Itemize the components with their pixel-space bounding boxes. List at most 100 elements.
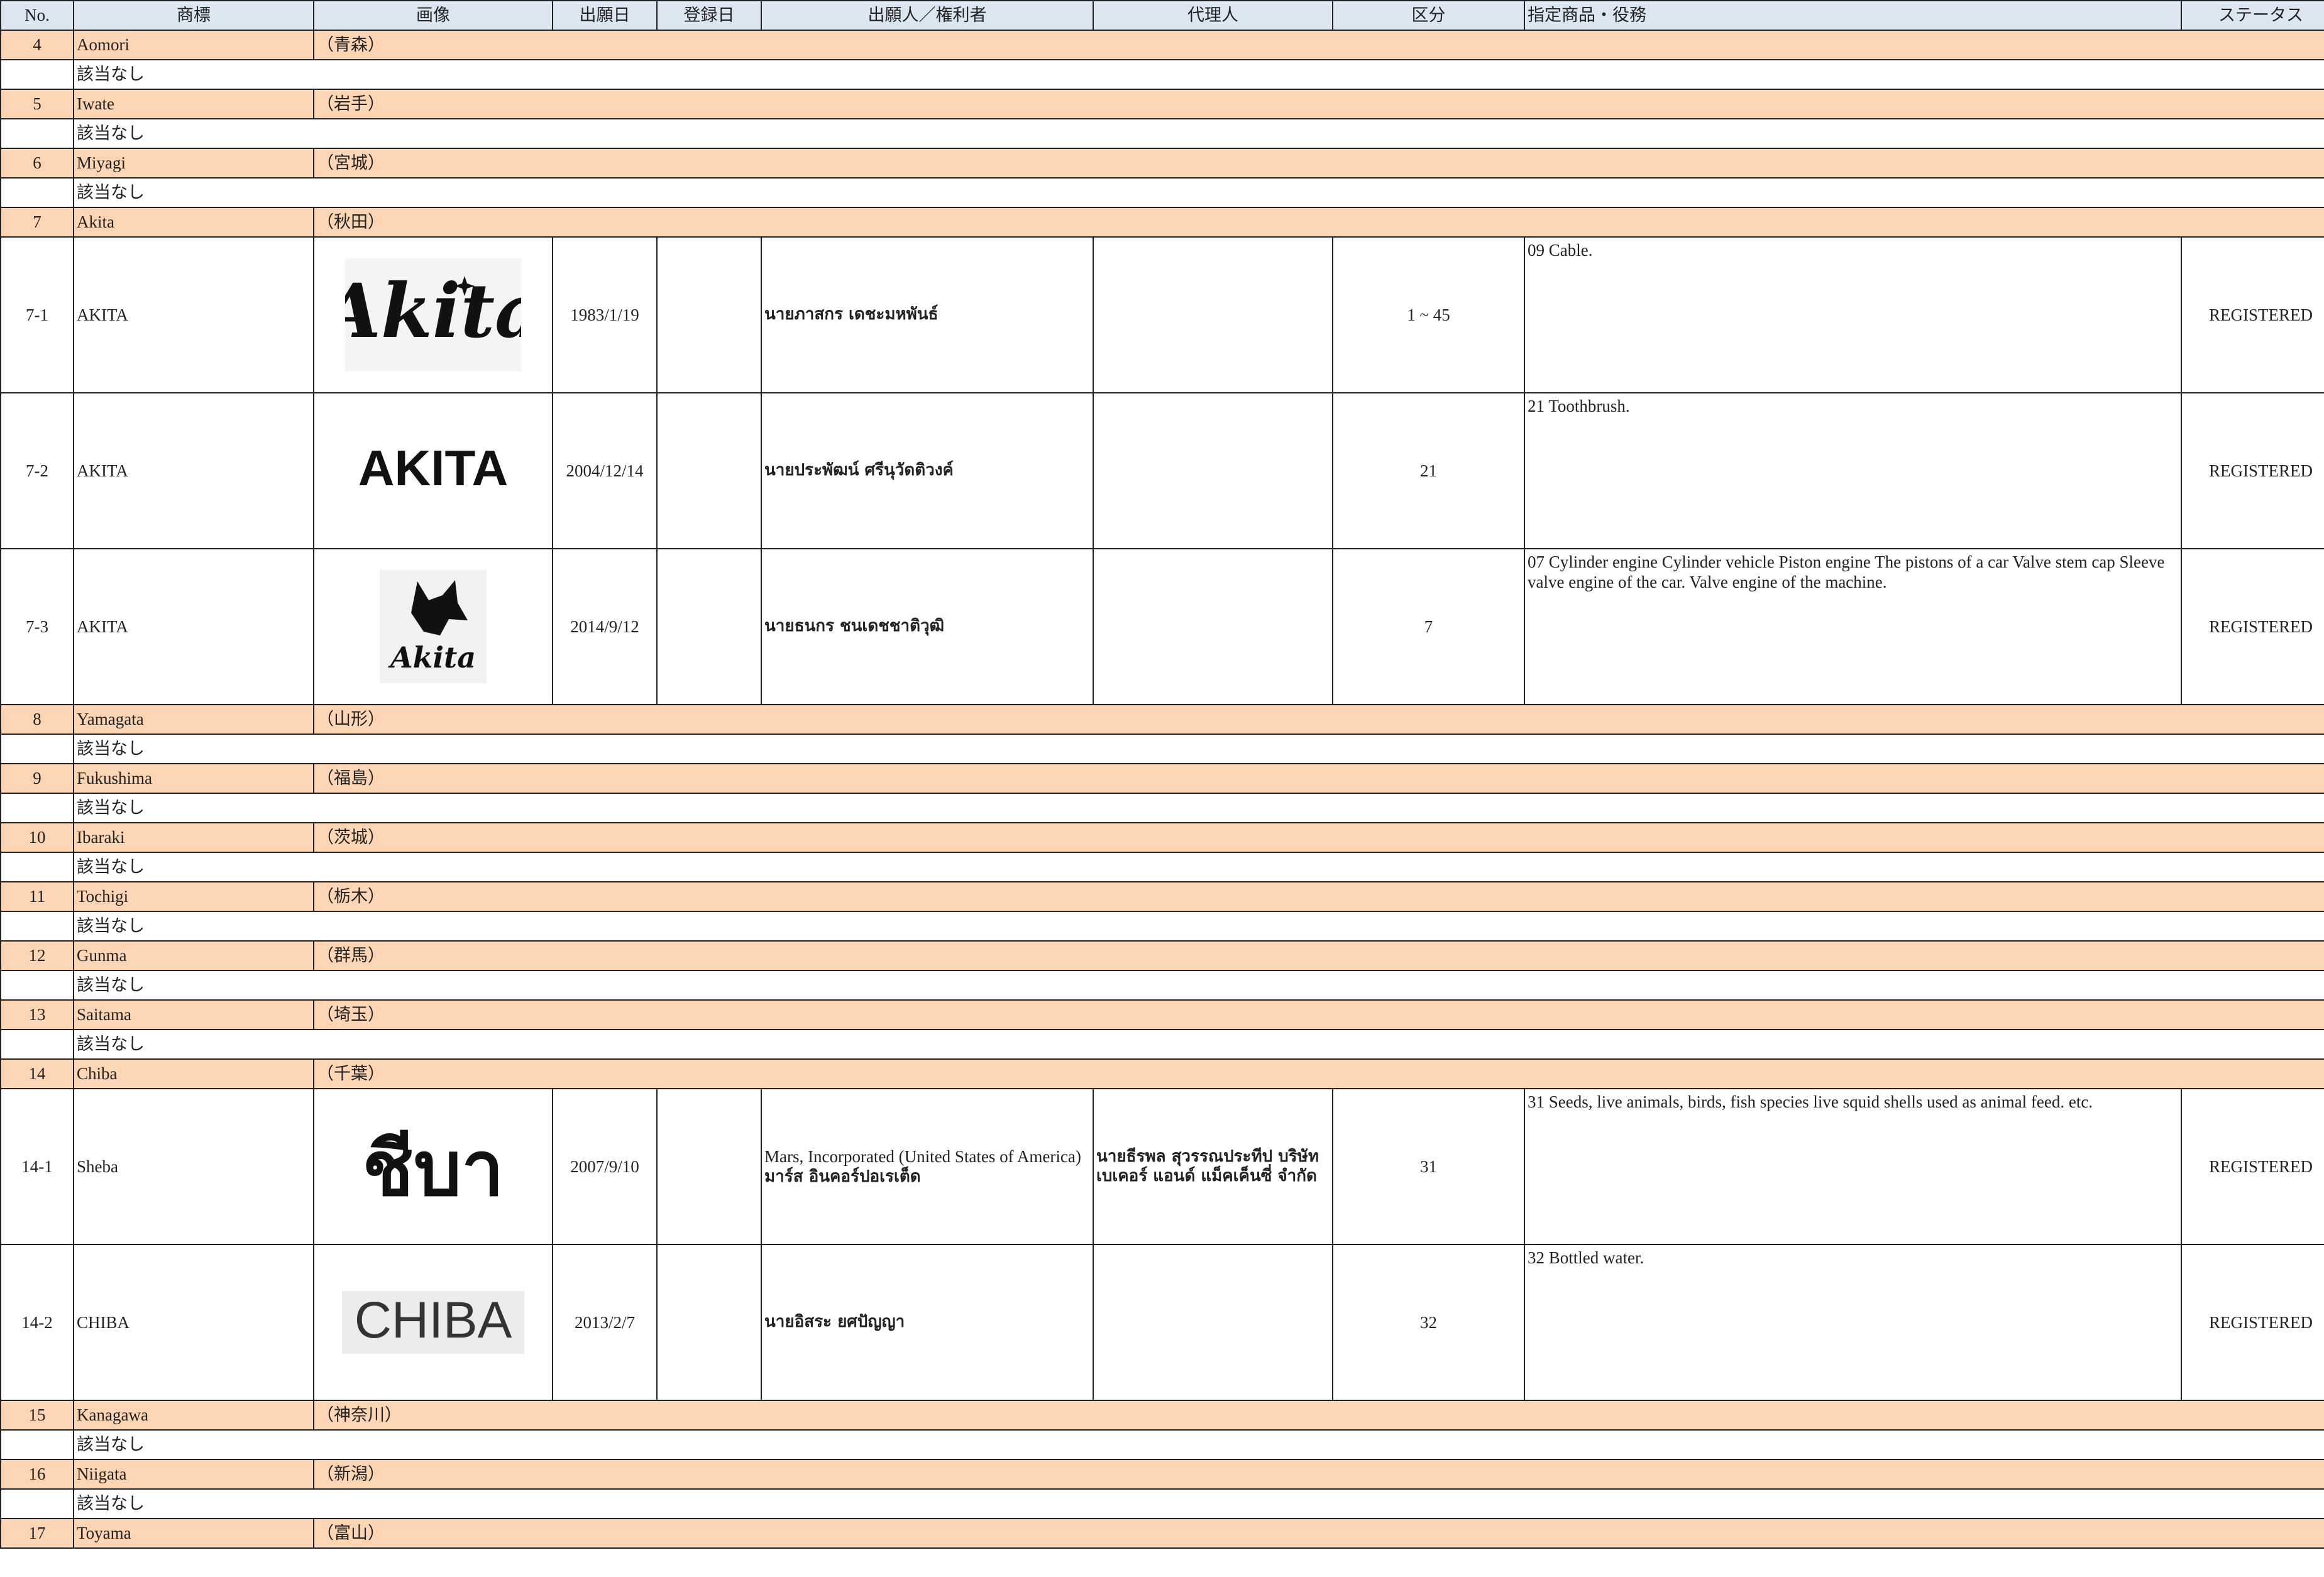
prefecture-japanese: （新潟） [313, 1459, 2324, 1490]
empty-cell [0, 911, 74, 942]
row-number: 16 [0, 1459, 74, 1490]
row-number: 15 [0, 1400, 74, 1431]
col-header-no: No. [0, 0, 74, 31]
prefecture-row: 7 Akita （秋田） [0, 207, 2324, 238]
empty-cell [0, 118, 74, 149]
logo-text: Akita [388, 640, 476, 674]
prefecture-japanese: （群馬） [313, 940, 2324, 971]
prefecture-name: Chiba [73, 1058, 314, 1089]
no-results-row: 該当なし [0, 1488, 2324, 1519]
prefecture-japanese: （山形） [313, 704, 2324, 735]
row-number: 8 [0, 704, 74, 735]
prefecture-row: 9 Fukushima （福島） [0, 763, 2324, 794]
col-header-status: ステータス [2181, 0, 2324, 31]
row-number: 13 [0, 999, 74, 1030]
prefecture-japanese: （神奈川） [313, 1400, 2324, 1431]
empty-cell [0, 1488, 74, 1519]
col-header-goods: 指定商品・役務 [1524, 0, 2182, 31]
agent-cell [1093, 392, 1333, 549]
status-cell: REGISTERED [2181, 548, 2324, 705]
registration-date [656, 236, 762, 393]
trademark-name: AKITA [73, 548, 314, 705]
goods-cell: 31 Seeds, live animals, birds, fish spec… [1524, 1088, 2182, 1245]
applicant-name-thai: มาร์ส อินคอร์ปอเรเต็ด [764, 1167, 921, 1186]
logo-text: CHIBA [355, 1292, 512, 1349]
row-number: 14 [0, 1058, 74, 1089]
no-results-row: 該当なし [0, 177, 2324, 208]
agent-cell [1093, 1244, 1333, 1401]
applicant-cell: Mars, Incorporated (United States of Ame… [761, 1088, 1094, 1245]
prefecture-japanese: （青森） [313, 30, 2324, 60]
row-number: 7-1 [0, 236, 74, 393]
row-number: 14-1 [0, 1088, 74, 1245]
trademark-row: 7-3 AKITA Akita 2014/9/12 นายธนกร ชนเดชชาติว… [0, 548, 2324, 705]
prefecture-row: 6 Miyagi （宮城） [0, 148, 2324, 179]
trademark-image: AKITA [313, 392, 553, 549]
agent-cell [1093, 548, 1333, 705]
status-cell: REGISTERED [2181, 1088, 2324, 1245]
prefecture-row: 14 Chiba （千葉） [0, 1058, 2324, 1089]
trademark-name: AKITA [73, 392, 314, 549]
prefecture-japanese: （千葉） [313, 1058, 2324, 1089]
no-results-text: 該当なし [73, 1429, 2324, 1460]
no-results-text: 該当なし [73, 118, 2324, 149]
no-results-text: 該当なし [73, 177, 2324, 208]
row-number: 7-3 [0, 548, 74, 705]
row-number: 5 [0, 89, 74, 119]
prefecture-japanese: （茨城） [313, 822, 2324, 853]
prefecture-name: Miyagi [73, 148, 314, 179]
empty-cell [0, 1429, 74, 1460]
prefecture-name: Kanagawa [73, 1400, 314, 1431]
applicant-cell: นายภาสกร เดชะมหพันธ์ [761, 236, 1094, 393]
agent-cell: นายธีรพล สุวรรณประทีป บริษัท เบเคอร์ แอน… [1093, 1088, 1333, 1245]
prefecture-japanese: （秋田） [313, 207, 2324, 238]
row-number: 7-2 [0, 392, 74, 549]
prefecture-row: 10 Ibaraki （茨城） [0, 822, 2324, 853]
prefecture-row: 4 Aomori （青森） [0, 30, 2324, 60]
no-results-row: 該当なし [0, 911, 2324, 942]
prefecture-japanese: （埼玉） [313, 999, 2324, 1030]
row-number: 14-2 [0, 1244, 74, 1401]
prefecture-name: Tochigi [73, 881, 314, 912]
no-results-text: 該当なし [73, 970, 2324, 1001]
trademark-image: Akita [313, 548, 553, 705]
no-results-row: 該当なし [0, 734, 2324, 764]
applicant-cell: นายธนกร ชนเดชชาติวุฒิ [761, 548, 1094, 705]
logo-text: Akita [345, 267, 521, 354]
filing-date: 1983/1/19 [552, 236, 658, 393]
logo-text: ชีบา [363, 1126, 504, 1213]
trademark-row: 7-1AKITA Akita 1983/1/19 นายภาสกร เดชะมหพัน… [0, 236, 2324, 393]
goods-cell: 09 Cable. [1524, 236, 2182, 393]
prefecture-row: 15 Kanagawa （神奈川） [0, 1400, 2324, 1431]
col-header-applicant: 出願人／権利者 [761, 0, 1094, 31]
filing-date: 2004/12/14 [552, 392, 658, 549]
no-results-row: 該当なし [0, 118, 2324, 149]
no-results-row: 該当なし [0, 793, 2324, 823]
prefecture-row: 12 Gunma （群馬） [0, 940, 2324, 971]
no-results-text: 該当なし [73, 734, 2324, 764]
no-results-text: 該当なし [73, 59, 2324, 90]
row-number: 7 [0, 207, 74, 238]
no-results-row: 該当なし [0, 59, 2324, 90]
goods-cell: 32 Bottled water. [1524, 1244, 2182, 1401]
prefecture-japanese: （宮城） [313, 148, 2324, 179]
prefecture-name: Iwate [73, 89, 314, 119]
no-results-row: 該当なし [0, 852, 2324, 882]
class-cell: 1 ~ 45 [1332, 236, 1525, 393]
applicant-cell: นายอิสระ ยศปัญญา [761, 1244, 1094, 1401]
class-cell: 32 [1332, 1244, 1525, 1401]
goods-cell: 07 Cylinder engine Cylinder vehicle Pist… [1524, 548, 2182, 705]
spreadsheet: No. 商標 画像 出願日 登録日 出願人／権利者 代理人 区分 指定商品・役務… [0, 0, 2324, 1549]
prefecture-name: Saitama [73, 999, 314, 1030]
empty-cell [0, 970, 74, 1001]
row-number: 11 [0, 881, 74, 912]
empty-cell [0, 1029, 74, 1060]
table-body: 4 Aomori （青森） 該当なし 5 Iwate （岩手） 該当なし 6 Miyagi （宮城）… [0, 30, 2324, 1549]
prefecture-row: 8 Yamagata （山形） [0, 704, 2324, 735]
prefecture-name: Aomori [73, 30, 314, 60]
trademark-row: 14-1 Sheba ชีบา 2007/9/10 Mars, Incorporated… [0, 1088, 2324, 1245]
filing-date: 2007/9/10 [552, 1088, 658, 1245]
trademark-image: CHIBA [313, 1244, 553, 1401]
no-results-row: 該当なし [0, 1429, 2324, 1460]
agent-cell [1093, 236, 1333, 393]
